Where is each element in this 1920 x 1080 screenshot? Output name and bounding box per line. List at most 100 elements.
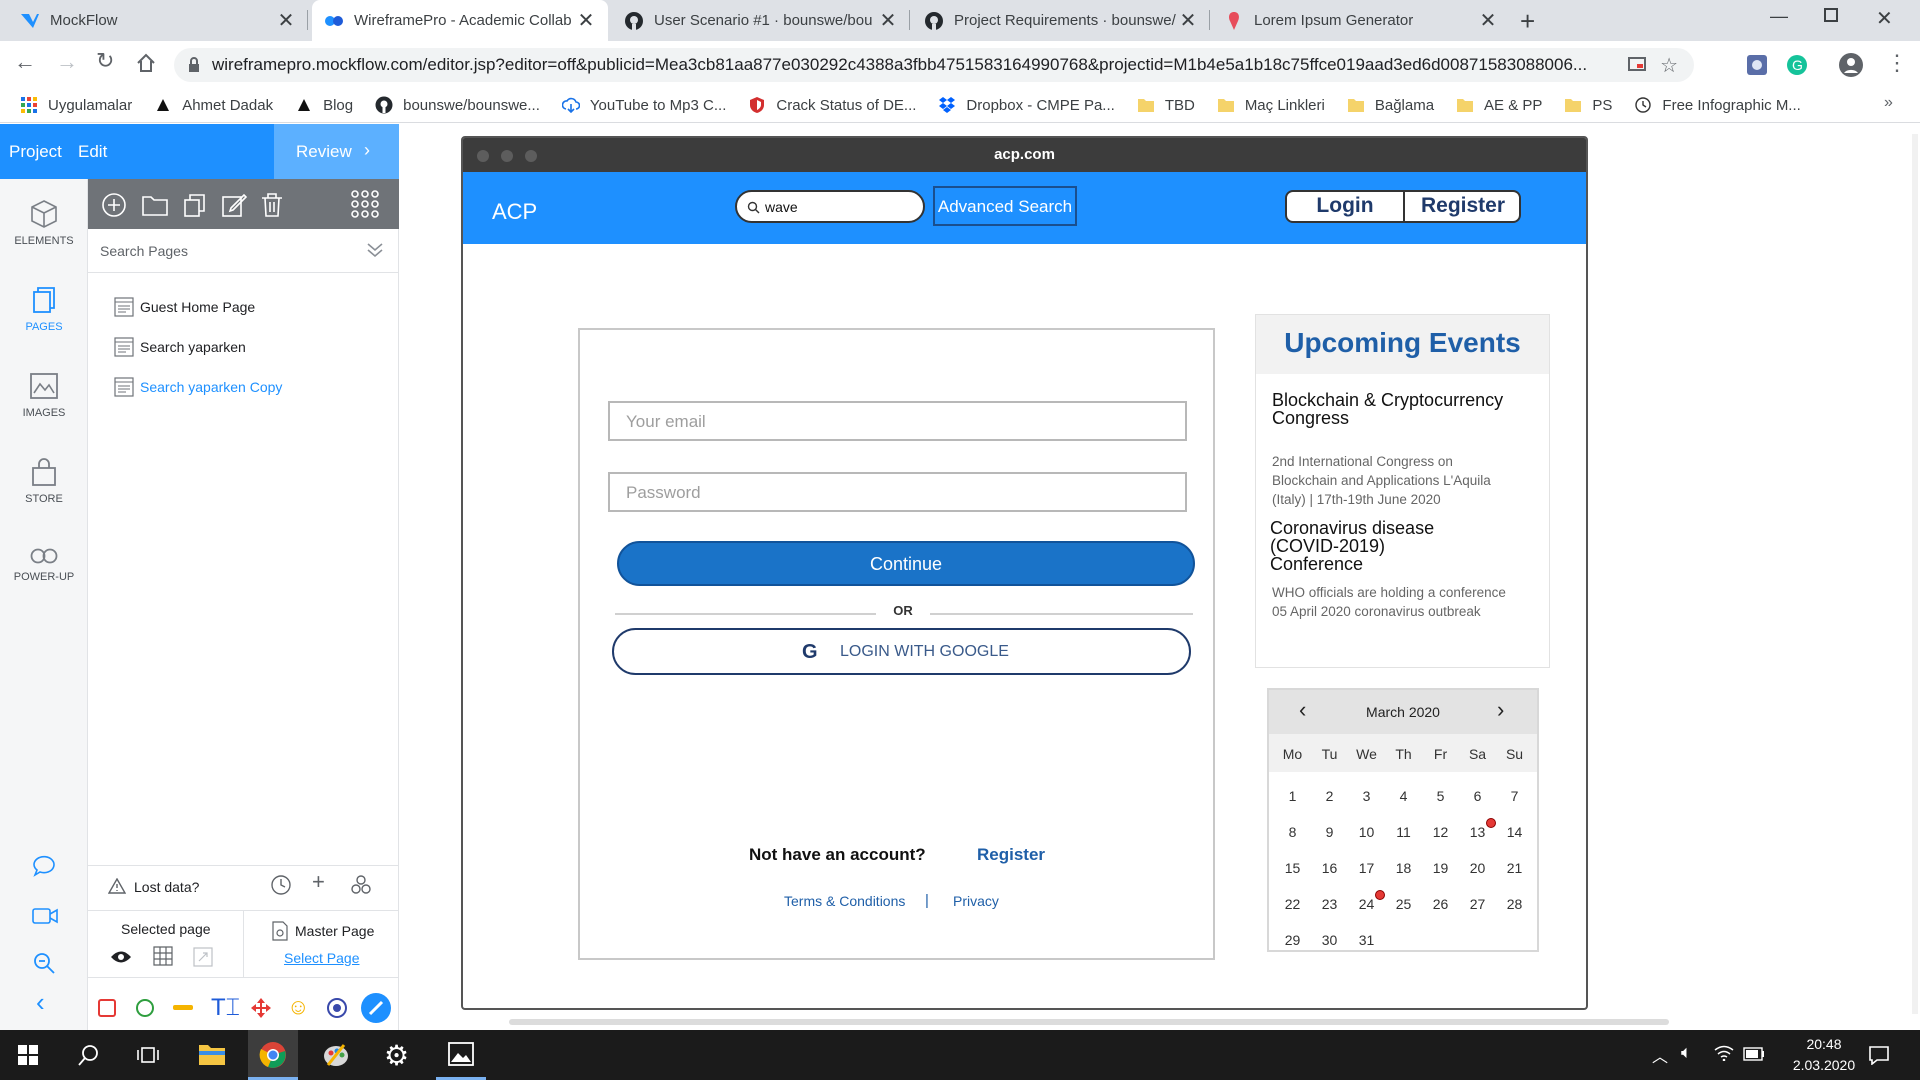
calendar-day[interactable]: 30 bbox=[1311, 932, 1348, 948]
cast-icon[interactable] bbox=[1628, 57, 1647, 73]
reload-button[interactable]: ↻ bbox=[96, 48, 114, 74]
duplicate-page-icon[interactable] bbox=[182, 192, 208, 218]
bookmark-item[interactable]: PS bbox=[1564, 96, 1612, 114]
circle-tool-icon[interactable] bbox=[135, 998, 155, 1018]
privacy-link[interactable]: Privacy bbox=[953, 893, 999, 909]
bookmark-item[interactable]: Ahmet Dadak bbox=[154, 96, 273, 114]
password-field[interactable]: Password bbox=[608, 472, 1187, 512]
mock-search-input[interactable]: wave bbox=[735, 190, 925, 223]
grid-view-icon[interactable] bbox=[350, 189, 380, 219]
bookmark-item[interactable]: YouTube to Mp3 C... bbox=[561, 96, 726, 114]
minimize-button[interactable]: — bbox=[1770, 6, 1788, 27]
task-view-icon[interactable] bbox=[137, 1045, 159, 1065]
calendar-day[interactable]: 4 bbox=[1385, 788, 1422, 804]
star-icon[interactable]: ☆ bbox=[1660, 53, 1678, 78]
event-title[interactable]: Coronavirus disease (COVID-2019) Confere… bbox=[1270, 519, 1480, 573]
rail-store[interactable]: STORE bbox=[0, 457, 88, 505]
volume-icon[interactable]: 🔈︎ bbox=[1681, 1042, 1692, 1063]
calendar-day[interactable]: 21 bbox=[1496, 860, 1533, 876]
register-link[interactable]: Register bbox=[977, 845, 1045, 865]
file-explorer-icon[interactable] bbox=[198, 1042, 226, 1066]
calendar-day[interactable]: 16 bbox=[1311, 860, 1348, 876]
tab-mockflow[interactable]: MockFlow ✕ bbox=[8, 0, 308, 41]
wifi-icon[interactable] bbox=[1714, 1045, 1734, 1061]
paint-icon[interactable] bbox=[322, 1041, 350, 1069]
emoji-tool-icon[interactable]: ☺ bbox=[287, 994, 309, 1020]
bookmark-item[interactable]: Uygulamalar bbox=[20, 96, 132, 114]
calendar-day[interactable]: 5 bbox=[1422, 788, 1459, 804]
search-icon[interactable] bbox=[78, 1044, 100, 1066]
chat-icon[interactable] bbox=[32, 855, 56, 877]
calendar-day[interactable]: 11 bbox=[1385, 824, 1422, 840]
review-button[interactable]: Review › bbox=[274, 124, 399, 179]
calendar-day[interactable]: 2 bbox=[1311, 788, 1348, 804]
add-page-icon[interactable] bbox=[101, 192, 127, 218]
rail-power-up[interactable]: POWER-UP bbox=[0, 547, 88, 583]
edit-page-icon[interactable] bbox=[221, 192, 247, 218]
tab-lorem-ipsum[interactable]: Lorem Ipsum Generator ✕ bbox=[1212, 0, 1510, 41]
tab-user-scenario[interactable]: User Scenario #1 · bounswe/bou ✕ bbox=[612, 0, 910, 41]
target-tool-icon[interactable] bbox=[326, 997, 348, 1019]
close-icon[interactable]: ✕ bbox=[878, 8, 898, 33]
calendar-day[interactable]: 14 bbox=[1496, 824, 1533, 840]
calendar-day[interactable]: 1 bbox=[1274, 788, 1311, 804]
taskbar-photos[interactable] bbox=[436, 1030, 486, 1080]
calendar-day[interactable]: 15 bbox=[1274, 860, 1311, 876]
register-button[interactable]: Register bbox=[1405, 192, 1519, 221]
search-pages-field[interactable]: Search Pages bbox=[88, 229, 399, 273]
window-close-button[interactable]: ✕ bbox=[1876, 6, 1893, 31]
bookmark-item[interactable]: Dropbox - CMPE Pa... bbox=[938, 96, 1115, 114]
address-bar[interactable]: wireframepro.mockflow.com/editor.jsp?edi… bbox=[174, 48, 1694, 82]
calendar-day[interactable]: 7 bbox=[1496, 788, 1533, 804]
text-tool-icon[interactable]: T⌶ bbox=[211, 994, 240, 1022]
taskbar-chrome[interactable] bbox=[248, 1030, 298, 1080]
select-page-link[interactable]: Select Page bbox=[284, 950, 360, 966]
login-button[interactable]: Login bbox=[1287, 192, 1405, 221]
tab-project-requirements[interactable]: Project Requirements · bounswe/ ✕ bbox=[912, 0, 1210, 41]
close-icon[interactable]: ✕ bbox=[1478, 8, 1498, 33]
calendar-day[interactable]: 23 bbox=[1311, 896, 1348, 912]
share-icon[interactable] bbox=[350, 874, 372, 896]
bookmark-item[interactable]: Crack Status of DE... bbox=[748, 96, 916, 114]
resize-icon[interactable] bbox=[193, 947, 213, 967]
calendar-day[interactable]: 19 bbox=[1422, 860, 1459, 876]
rail-pages[interactable]: PAGES bbox=[0, 285, 88, 333]
bookmark-item[interactable]: Maç Linkleri bbox=[1217, 96, 1325, 114]
continue-button[interactable]: Continue bbox=[617, 541, 1195, 586]
add-icon[interactable]: + bbox=[312, 869, 325, 895]
tab-wireframepro[interactable]: WireframePro - Academic Collab ✕ bbox=[312, 0, 608, 41]
clock-time[interactable]: 20:48 bbox=[1790, 1036, 1858, 1052]
calendar-day[interactable]: 28 bbox=[1496, 896, 1533, 912]
history-icon[interactable] bbox=[270, 874, 292, 896]
calendar-day[interactable]: 8 bbox=[1274, 824, 1311, 840]
horizontal-scrollbar[interactable] bbox=[509, 1019, 1669, 1025]
bookmarks-overflow-icon[interactable]: » bbox=[1884, 94, 1893, 112]
bookmark-item[interactable]: Blog bbox=[295, 96, 353, 114]
menu-edit[interactable]: Edit bbox=[78, 142, 107, 162]
battery-icon[interactable] bbox=[1743, 1047, 1765, 1061]
close-icon[interactable]: ✕ bbox=[576, 8, 596, 33]
collapse-panel-icon[interactable]: ‹ bbox=[36, 987, 45, 1018]
page-list-item[interactable]: Search yaparken bbox=[114, 335, 384, 359]
calendar-day[interactable]: 29 bbox=[1274, 932, 1311, 948]
chrome-menu-button[interactable]: ⋮ bbox=[1886, 50, 1908, 76]
rail-elements[interactable]: ELEMENTS bbox=[0, 199, 88, 247]
folder-icon[interactable] bbox=[142, 194, 168, 216]
rectangle-tool-icon[interactable] bbox=[97, 998, 117, 1018]
google-login-button[interactable]: G LOGIN WITH GOOGLE bbox=[612, 628, 1191, 675]
video-icon[interactable] bbox=[32, 907, 58, 925]
zoom-icon[interactable] bbox=[32, 951, 56, 975]
forward-button[interactable]: → bbox=[56, 49, 78, 75]
close-icon[interactable]: ✕ bbox=[1178, 8, 1198, 33]
brush-tool-icon[interactable] bbox=[360, 992, 392, 1024]
menu-project[interactable]: Project bbox=[9, 142, 62, 162]
page-list-item[interactable]: Guest Home Page bbox=[114, 295, 384, 319]
rail-images[interactable]: IMAGES bbox=[0, 371, 88, 419]
windows-start-icon[interactable] bbox=[18, 1045, 38, 1065]
calendar-day[interactable]: 22 bbox=[1274, 896, 1311, 912]
bookmark-item[interactable]: Free Infographic M... bbox=[1634, 96, 1801, 114]
email-field[interactable]: Your email bbox=[608, 401, 1187, 441]
calendar-day[interactable]: 17 bbox=[1348, 860, 1385, 876]
calendar-day[interactable]: 6 bbox=[1459, 788, 1496, 804]
clock-date[interactable]: 2.03.2020 bbox=[1774, 1057, 1874, 1073]
